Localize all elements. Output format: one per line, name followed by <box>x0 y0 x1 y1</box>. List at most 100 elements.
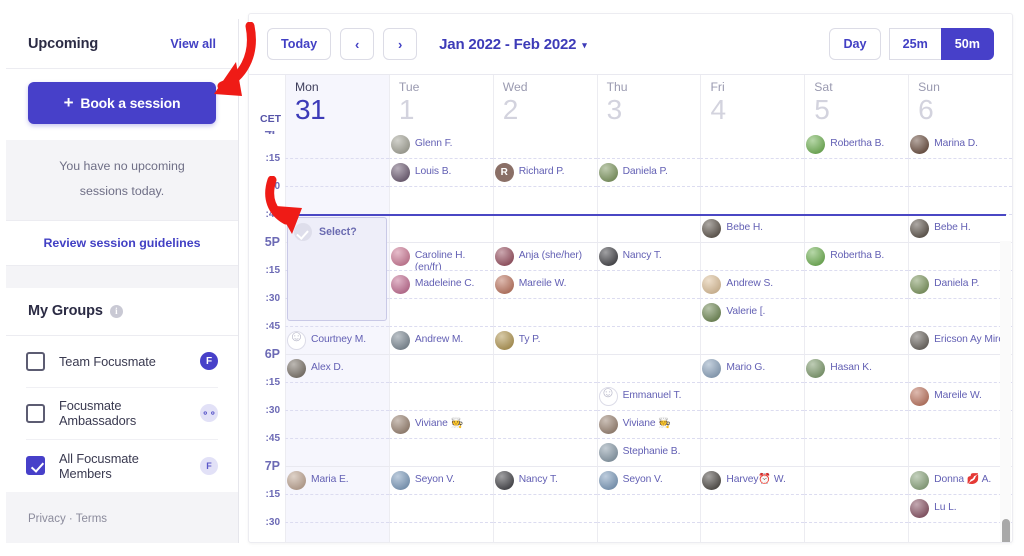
calendar-slot-sat-12[interactable] <box>804 467 909 495</box>
calendar-slot-wed-8[interactable] <box>492 355 597 383</box>
calendar-event[interactable]: Robertha B. <box>806 244 906 270</box>
calendar-slot-thu-13[interactable] <box>596 495 701 523</box>
calendar-slot-sun-14[interactable] <box>908 523 1012 542</box>
day-header-wed[interactable]: Wed 2 <box>492 75 597 131</box>
today-button[interactable]: Today <box>267 28 332 60</box>
day-header-sat[interactable]: Sat 5 <box>804 75 909 131</box>
group-row-focusmate-ambassadors[interactable]: Focusmate Ambassadors ⚬⚬ <box>26 388 218 440</box>
calendar-slot-tue-3[interactable] <box>388 215 493 243</box>
calendar-event[interactable]: Mareile W. <box>910 384 1010 410</box>
calendar-slot-fri-1[interactable] <box>700 159 805 187</box>
calendar-slot-sat-13[interactable] <box>804 495 909 523</box>
calendar-slot-tue-8[interactable] <box>388 355 493 383</box>
calendar-slot-thu-8[interactable] <box>596 355 701 383</box>
checkbox-team-focusmate[interactable] <box>26 351 45 371</box>
day-header-sun[interactable]: Sun 6 <box>908 75 1012 131</box>
calendar-event[interactable]: Louis B. <box>390 160 491 186</box>
calendar-event[interactable]: Hasan K. <box>806 356 906 382</box>
calendar-slot-sun-8[interactable] <box>908 355 1012 383</box>
calendar-body[interactable]: 4P:15:30:45 5P:15:30:45 6P:15:30:45 7P:15:3… <box>249 131 1012 542</box>
info-icon[interactable]: i <box>109 304 123 318</box>
view-day-button[interactable]: Day <box>829 28 881 60</box>
day-header-mon[interactable]: Mon 31 <box>285 75 389 131</box>
book-a-session-button[interactable]: + Book a session <box>28 82 216 124</box>
calendar-event[interactable]: Ty P. <box>494 328 595 354</box>
calendar-event[interactable]: Caroline H. (en/fr) <box>390 244 491 270</box>
calendar-event[interactable]: Nancy T. <box>598 244 699 270</box>
calendar-event[interactable]: Valerie [. <box>702 300 802 326</box>
calendar-slot-sun-1[interactable] <box>908 159 1012 187</box>
calendar-event[interactable]: Alex D. <box>287 356 387 382</box>
day-header-tue[interactable]: Tue 1 <box>388 75 493 131</box>
calendar-event[interactable]: Courtney M. <box>287 328 387 354</box>
calendar-event[interactable]: Bebe H. <box>702 216 802 242</box>
calendar-event[interactable]: Emmanuel T. <box>598 384 699 410</box>
calendar-event[interactable]: Bebe H. <box>910 216 1010 242</box>
calendar-slot-wed-10[interactable] <box>492 411 597 439</box>
calendar-slot-tue-11[interactable] <box>388 439 493 467</box>
calendar-event[interactable]: Mareile W. <box>494 272 595 298</box>
calendar-slot-fri-13[interactable] <box>700 495 805 523</box>
calendar-slot-thu-6[interactable] <box>596 299 701 327</box>
calendar-slot-fri-4[interactable] <box>700 243 805 271</box>
scrollbar-track[interactable] <box>1000 241 1011 542</box>
date-range-selector[interactable]: Jan 2022 - Feb 2022 ▾ <box>439 36 587 53</box>
calendar-slot-mon-2[interactable] <box>285 187 389 215</box>
calendar-slot-sat-3[interactable] <box>804 215 909 243</box>
calendar-slot-fri-0[interactable] <box>700 131 805 159</box>
terms-link[interactable]: Terms <box>76 513 107 525</box>
calendar-slot-wed-9[interactable] <box>492 383 597 411</box>
calendar-event[interactable]: Viviane 🧑‍🍳 <box>598 412 699 438</box>
calendar-slot-mon-11[interactable] <box>285 439 389 467</box>
calendar-slot-mon-10[interactable] <box>285 411 389 439</box>
calendar-slot-thu-3[interactable] <box>596 215 701 243</box>
next-week-button[interactable]: › <box>383 28 418 60</box>
calendar-event[interactable]: Stephanie B. <box>598 440 699 466</box>
group-row-team-focusmate[interactable]: Team Focusmate F <box>26 336 218 388</box>
calendar-slot-sat-9[interactable] <box>804 383 909 411</box>
calendar-slot-sat-2[interactable] <box>804 187 909 215</box>
calendar-slot-sat-10[interactable] <box>804 411 909 439</box>
selected-timeslot[interactable]: Select? <box>287 217 387 321</box>
calendar-event[interactable]: Daniela P. <box>910 272 1010 298</box>
day-header-thu[interactable]: Thu 3 <box>596 75 701 131</box>
calendar-slot-sun-6[interactable] <box>908 299 1012 327</box>
calendar-slot-sun-2[interactable] <box>908 187 1012 215</box>
duration-25m-button[interactable]: 25m <box>888 28 942 60</box>
calendar-slot-wed-13[interactable] <box>492 495 597 523</box>
calendar-event[interactable]: Marina D. <box>910 132 1010 158</box>
calendar-slot-sat-6[interactable] <box>804 299 909 327</box>
calendar-slot-fri-7[interactable] <box>700 327 805 355</box>
calendar-slot-sun-10[interactable] <box>908 411 1012 439</box>
calendar-slot-wed-14[interactable] <box>492 523 597 542</box>
calendar-slot-tue-14[interactable] <box>388 523 493 542</box>
calendar-event[interactable]: Glenn F. <box>390 132 491 158</box>
calendar-event[interactable]: Nancy T. <box>494 468 595 494</box>
calendar-slot-sat-14[interactable] <box>804 523 908 542</box>
calendar-slot-mon-1[interactable] <box>285 159 389 187</box>
calendar-slot-thu-2[interactable] <box>596 187 701 215</box>
scrollbar-thumb[interactable] <box>1002 519 1010 542</box>
calendar-event[interactable]: Robertha B. <box>806 132 906 158</box>
calendar-slot-wed-2[interactable] <box>492 187 597 215</box>
calendar-slot-thu-14[interactable] <box>596 523 701 542</box>
calendar-slot-thu-0[interactable] <box>596 131 701 159</box>
day-header-fri[interactable]: Fri 4 <box>700 75 805 131</box>
calendar-event[interactable]: Seyon V. <box>598 468 699 494</box>
calendar-slot-wed-0[interactable] <box>492 131 597 159</box>
calendar-event[interactable]: Maria E. <box>287 468 387 494</box>
privacy-link[interactable]: Privacy <box>28 513 66 525</box>
calendar-slot-thu-7[interactable] <box>596 327 701 355</box>
calendar-slot-fri-14[interactable] <box>700 523 804 542</box>
calendar-event[interactable]: Lu L. <box>910 496 1010 522</box>
calendar-event[interactable]: Daniela P. <box>598 160 699 186</box>
calendar-event[interactable]: Andrew M. <box>390 328 491 354</box>
checkbox-all-focusmate-members[interactable] <box>26 456 45 476</box>
previous-week-button[interactable]: ‹ <box>340 28 375 60</box>
calendar-slot-sun-11[interactable] <box>908 439 1012 467</box>
calendar-slot-mon-14[interactable] <box>285 523 389 542</box>
calendar-slot-fri-2[interactable] <box>700 187 805 215</box>
view-all-link[interactable]: View all <box>170 37 216 51</box>
calendar-event[interactable]: Harvey⏰ W. <box>702 468 802 494</box>
calendar-slot-mon-13[interactable] <box>285 495 389 523</box>
